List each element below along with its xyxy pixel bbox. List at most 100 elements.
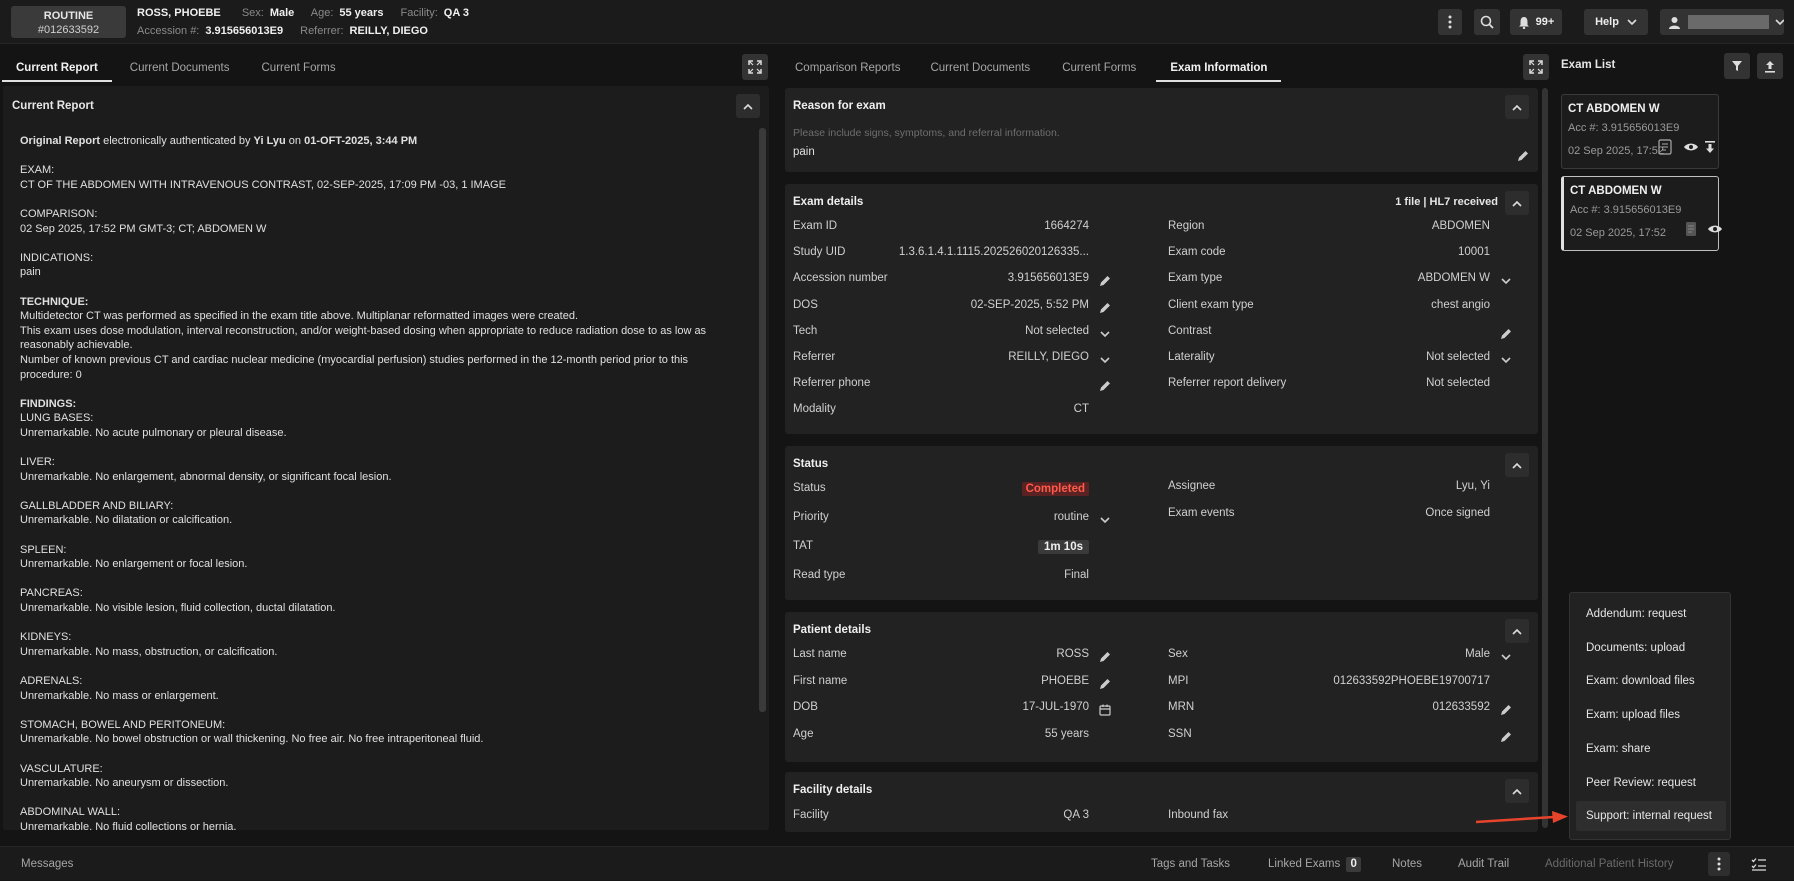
collapse-reason-button[interactable]: [1505, 95, 1529, 119]
report-doc-icon[interactable]: [1658, 139, 1672, 155]
audit-trail-tab[interactable]: Audit Trail: [1458, 847, 1509, 881]
detail-row: MPI 012633592PHOEBE19700717: [1168, 675, 1512, 693]
additional-history-tab[interactable]: Additional Patient History: [1545, 847, 1673, 881]
menu-item-exam-upload[interactable]: Exam: upload files: [1576, 700, 1726, 730]
user-menu-button[interactable]: [1660, 9, 1785, 35]
chevron-down-icon[interactable]: [1099, 354, 1111, 366]
report-section-heading: TECHNIQUE:: [20, 295, 89, 308]
middle-scrollbar[interactable]: [1542, 88, 1548, 828]
bottom-more-button[interactable]: [1708, 852, 1730, 876]
report-section-text: Multidetector CT was performed as specif…: [20, 310, 578, 323]
auth-on: on: [285, 135, 305, 147]
tags-and-tasks-tab[interactable]: Tags and Tasks: [1151, 847, 1230, 881]
reason-value[interactable]: pain: [793, 146, 815, 158]
report-section: ABDOMINAL WALL: Unremarkable. No fluid co…: [20, 805, 742, 834]
help-label: Help: [1595, 16, 1619, 28]
report-section-heading: PANCREAS:: [20, 587, 83, 600]
notes-tab[interactable]: Notes: [1392, 847, 1422, 881]
menu-item-peer-review[interactable]: Peer Review: request: [1576, 768, 1726, 798]
report-section-heading: KIDNEYS:: [20, 631, 72, 644]
collapse-report-button[interactable]: [736, 94, 760, 118]
help-button[interactable]: Help: [1584, 9, 1648, 35]
exam-list-item[interactable]: CT ABDOMEN W Acc #: 3.915656013E9 02 Sep…: [1561, 94, 1719, 169]
expand-middle-button[interactable]: [1523, 54, 1549, 80]
app-window: ROUTINE #012633592 ROSS, PHOEBE Sex: Male…: [0, 0, 1794, 880]
chevron-down-icon[interactable]: [1500, 651, 1512, 663]
more-menu-button[interactable]: [1438, 9, 1462, 35]
pencil-icon[interactable]: [1500, 328, 1512, 340]
report-section-text: Unremarkable. No enlargement, abnormal d…: [20, 470, 392, 483]
tab-current-report[interactable]: Current Report: [2, 52, 112, 82]
tab-current-documents-mid[interactable]: Current Documents: [914, 52, 1046, 82]
detail-row: Exam events Once signed: [1168, 507, 1512, 525]
reason-title: Reason for exam: [793, 100, 886, 112]
patient-details-card: Patient details Last name ROSS First name P…: [785, 612, 1538, 762]
facility-value: QA 3: [443, 7, 470, 19]
detail-row: Referrer phone: [793, 377, 1111, 395]
report-doc-icon[interactable]: [1685, 221, 1697, 237]
detail-value: 3.915656013E9: [1007, 272, 1089, 285]
chevron-down-icon: [1775, 19, 1785, 26]
menu-item-exam-share[interactable]: Exam: share: [1576, 734, 1726, 764]
detail-row: MRN 012633592: [1168, 701, 1512, 719]
download-icon[interactable]: [1704, 140, 1716, 154]
linked-exams-tab[interactable]: Linked Exams 0: [1268, 847, 1361, 881]
tab-current-forms-mid[interactable]: Current Forms: [1046, 52, 1152, 82]
menu-item-exam-download[interactable]: Exam: download files: [1576, 666, 1726, 696]
messages-tab[interactable]: Messages: [21, 847, 73, 881]
tab-current-forms[interactable]: Current Forms: [246, 52, 350, 82]
pencil-icon[interactable]: [1099, 380, 1111, 392]
expand-left-button[interactable]: [742, 54, 768, 80]
detail-value: Lyu, Yi: [1455, 480, 1490, 492]
detail-value: 17-JUL-1970: [1022, 701, 1089, 713]
eye-icon[interactable]: [1683, 142, 1699, 152]
report-section-text: Unremarkable. No aneurysm or dissection.: [20, 777, 229, 790]
tab-comparison-reports[interactable]: Comparison Reports: [781, 52, 914, 82]
pencil-icon[interactable]: [1500, 731, 1512, 743]
pencil-icon[interactable]: [1099, 651, 1111, 663]
chevron-down-icon[interactable]: [1500, 275, 1512, 287]
collapse-facility-button[interactable]: [1505, 779, 1529, 803]
eye-icon[interactable]: [1707, 224, 1723, 234]
chevron-down-icon[interactable]: [1500, 354, 1512, 366]
menu-item-documents-upload[interactable]: Documents: upload: [1576, 633, 1726, 663]
report-section: EXAM: CT OF THE ABDOMEN WITH INTRAVENOUS …: [20, 163, 742, 192]
detail-row: TAT 1m 10s: [793, 540, 1111, 558]
menu-item-addendum[interactable]: Addendum: request: [1576, 599, 1726, 629]
pencil-icon[interactable]: [1517, 150, 1529, 162]
detail-label: Exam events: [1168, 506, 1235, 519]
sex-value: Male: [269, 7, 295, 19]
report-scrollbar[interactable]: [759, 128, 766, 712]
upload-button[interactable]: [1757, 53, 1783, 79]
detail-value: Not selected: [1025, 324, 1089, 337]
chevron-down-icon[interactable]: [1099, 514, 1111, 526]
collapse-exam-details-button[interactable]: [1505, 191, 1529, 215]
exam-files-badge: 1 file | HL7 received: [1395, 196, 1498, 208]
menu-item-support-request[interactable]: Support: internal request: [1576, 801, 1726, 831]
filter-button[interactable]: [1724, 53, 1750, 79]
exam-list-item-selected[interactable]: CT ABDOMEN W Acc #: 3.915656013E9 02 Sep…: [1561, 176, 1722, 251]
collapse-status-button[interactable]: [1505, 453, 1529, 477]
pencil-icon[interactable]: [1099, 678, 1111, 690]
pencil-icon[interactable]: [1099, 302, 1111, 314]
detail-value: Male: [1465, 648, 1490, 660]
collapse-patient-button[interactable]: [1505, 619, 1529, 643]
report-body: Original Report electronically authentic…: [20, 134, 742, 849]
linked-exams-label: Linked Exams: [1268, 858, 1341, 870]
pencil-icon[interactable]: [1500, 704, 1512, 716]
tab-exam-information[interactable]: Exam Information: [1156, 52, 1282, 82]
tab-current-documents[interactable]: Current Documents: [112, 52, 246, 82]
pencil-icon[interactable]: [1099, 275, 1111, 287]
checklist-button[interactable]: [1746, 852, 1772, 876]
search-button[interactable]: [1474, 9, 1500, 35]
auth-line: Original Report electronically authentic…: [20, 134, 742, 149]
detail-label: Client exam type: [1168, 298, 1254, 311]
calendar-icon[interactable]: [1099, 704, 1111, 716]
bell-icon: [1518, 16, 1529, 29]
notifications-button[interactable]: 99+: [1510, 9, 1562, 35]
chevron-down-icon[interactable]: [1099, 328, 1111, 340]
chevron-up-icon: [1512, 104, 1522, 111]
spacer-icon: [1730, 221, 1731, 222]
detail-label: Exam code: [1168, 246, 1226, 259]
kebab-icon: [1448, 15, 1452, 29]
